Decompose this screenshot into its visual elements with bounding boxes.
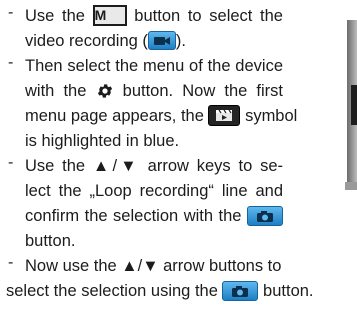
video-camera-icon [147,31,176,51]
step-2-line-4: is highlighted in blue. [25,132,180,150]
step-1: Use the M button to select the video rec… [6,4,283,54]
photo-camera-icon [222,280,259,301]
step-2-line-3: menu page appears, the symbol [25,105,298,127]
step-2: Then select the menu of the device with … [6,54,298,154]
instruction-list: Use the M button to select the video rec… [6,4,351,304]
step-3-line-4: button. [25,232,76,250]
step-3-line-3: confirm the selection with the [25,204,283,229]
mode-button-icon: M [92,5,127,27]
step-4: Now use the ▲/▼ arrow buttons to select … [6,254,351,304]
step-4-line-2: select the selection using the button. [6,280,314,301]
step-3-line-2: lect the „Loop recording“ line and [25,182,283,200]
device-image-dark-area [351,85,357,125]
step-3: Use the ▲/▼ arrow keys to se- lect the „… [6,154,283,254]
film-clapper-icon [208,105,241,127]
step-2-line-1: Then select the menu of the device [25,57,283,75]
step-3-line-1: Use the ▲/▼ arrow keys to se- [25,157,283,175]
step-2-line-2: with the button. Now the first [25,82,283,100]
step-4-line-1: Now use the ▲/▼ arrow buttons to [25,257,282,275]
step-1-line-2: video recording (). [25,31,186,51]
step-1-line-1: Use the M button to select the [25,5,283,27]
photo-camera-icon [247,205,283,226]
gear-icon [96,82,114,100]
